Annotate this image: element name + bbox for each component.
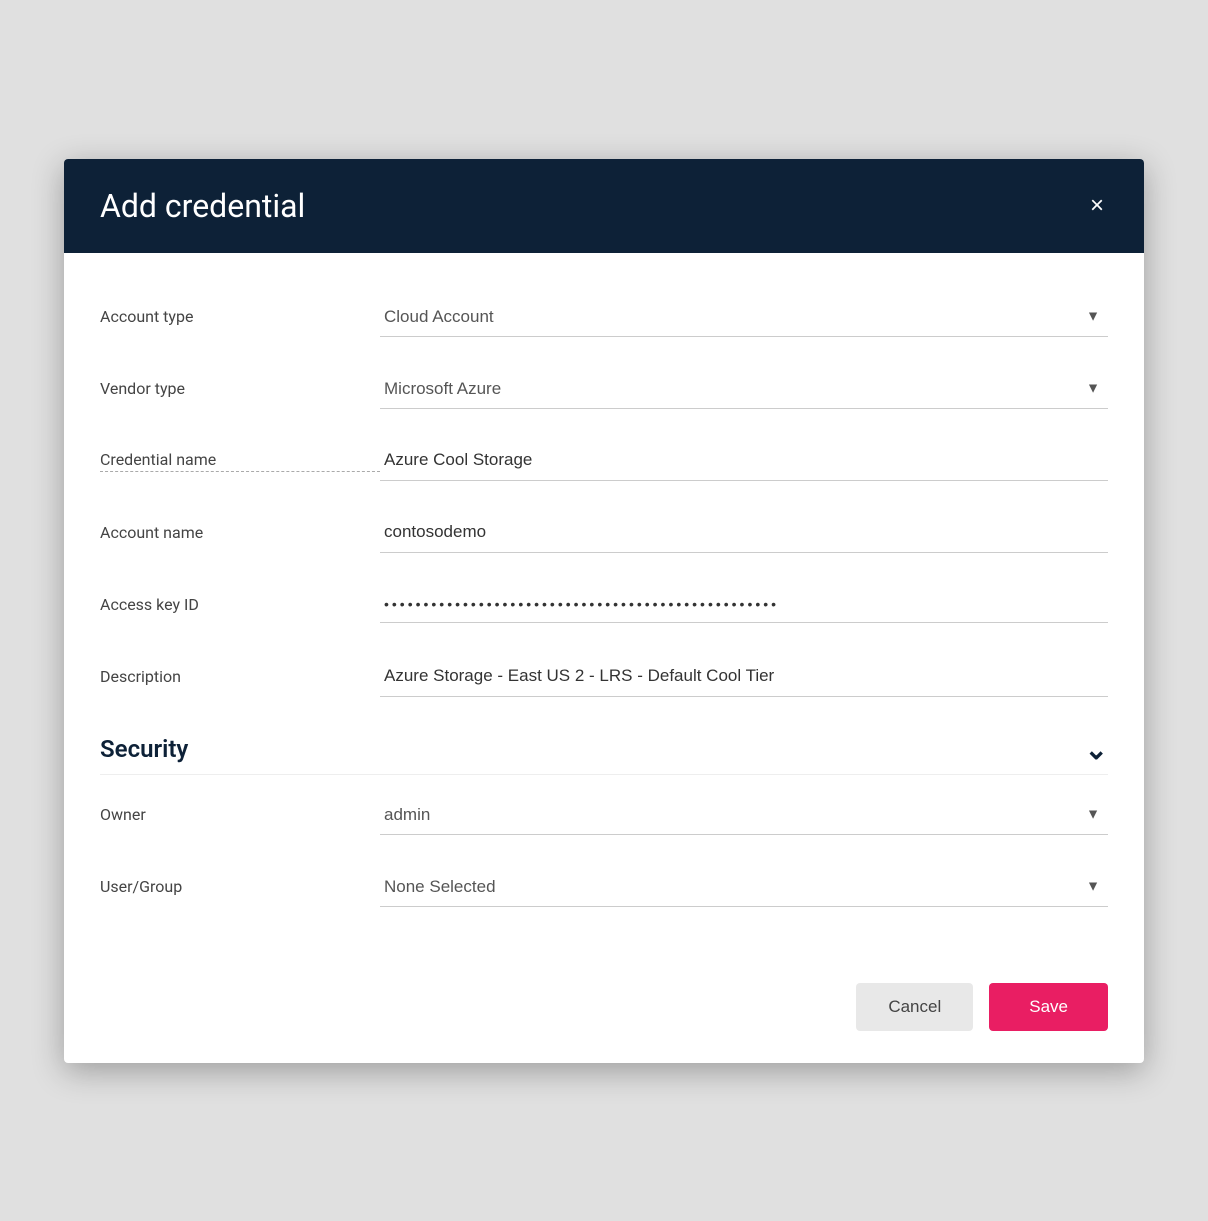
credential-name-label: Credential name (100, 450, 380, 472)
account-type-control: Cloud Account On-Premise Account ▼ (380, 297, 1108, 337)
dialog-footer: Cancel Save (64, 951, 1144, 1063)
access-key-control (380, 586, 1108, 623)
user-group-row: User/Group None Selected Group A Group B… (100, 855, 1108, 919)
access-key-input[interactable] (380, 586, 1108, 623)
account-name-control (380, 512, 1108, 553)
vendor-type-label: Vendor type (100, 379, 380, 398)
description-label: Description (100, 667, 380, 686)
access-key-row: Access key ID (100, 573, 1108, 637)
account-type-label: Account type (100, 307, 380, 326)
credential-name-row: Credential name (100, 429, 1108, 493)
owner-label: Owner (100, 805, 380, 824)
account-type-row: Account type Cloud Account On-Premise Ac… (100, 285, 1108, 349)
credential-name-input[interactable] (380, 440, 1108, 481)
add-credential-dialog: Add credential × Account type Cloud Acco… (64, 159, 1144, 1063)
description-row: Description (100, 645, 1108, 709)
owner-row: Owner admin user1 ▼ (100, 783, 1108, 847)
security-chevron-icon[interactable]: ⌄ (1085, 733, 1108, 766)
dialog-title: Add credential (100, 187, 305, 225)
user-group-select[interactable]: None Selected Group A Group B (380, 867, 1108, 906)
vendor-type-control: Microsoft Azure Amazon AWS Google Cloud … (380, 369, 1108, 409)
owner-select-wrapper: admin user1 ▼ (380, 795, 1108, 835)
account-name-input[interactable] (380, 512, 1108, 553)
user-group-control: None Selected Group A Group B ▼ (380, 867, 1108, 907)
description-control (380, 656, 1108, 697)
account-name-row: Account name (100, 501, 1108, 565)
close-button[interactable]: × (1086, 190, 1108, 222)
vendor-type-select-wrapper: Microsoft Azure Amazon AWS Google Cloud … (380, 369, 1108, 409)
access-key-label: Access key ID (100, 595, 380, 614)
owner-select[interactable]: admin user1 (380, 795, 1108, 834)
security-title: Security (100, 735, 188, 763)
vendor-type-select[interactable]: Microsoft Azure Amazon AWS Google Cloud (380, 369, 1108, 408)
dialog-header: Add credential × (64, 159, 1144, 253)
cancel-button[interactable]: Cancel (856, 983, 973, 1031)
description-input[interactable] (380, 656, 1108, 697)
user-group-label: User/Group (100, 877, 380, 896)
account-type-select-wrapper: Cloud Account On-Premise Account ▼ (380, 297, 1108, 337)
save-button[interactable]: Save (989, 983, 1108, 1031)
account-type-select[interactable]: Cloud Account On-Premise Account (380, 297, 1108, 336)
user-group-select-wrapper: None Selected Group A Group B ▼ (380, 867, 1108, 907)
vendor-type-row: Vendor type Microsoft Azure Amazon AWS G… (100, 357, 1108, 421)
owner-control: admin user1 ▼ (380, 795, 1108, 835)
credential-name-control (380, 440, 1108, 481)
dialog-body: Account type Cloud Account On-Premise Ac… (64, 253, 1144, 951)
account-name-label: Account name (100, 523, 380, 542)
security-section-header: Security ⌄ (100, 717, 1108, 775)
